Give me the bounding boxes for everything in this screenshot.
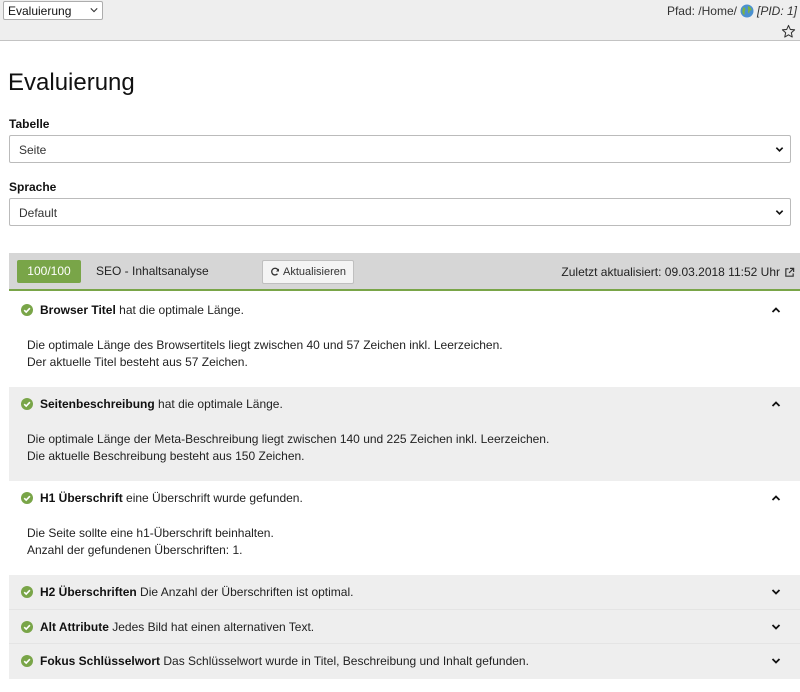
page-title: Evaluierung xyxy=(8,69,135,96)
chevron-down-icon xyxy=(775,147,784,152)
score-badge: 100/100 xyxy=(17,260,81,283)
check-item-summary: Jedes Bild hat einen alternativen Text. xyxy=(112,620,315,634)
check-item-focus-keyword: Fokus Schlüsselwort Das Schlüsselwort wu… xyxy=(9,644,800,679)
check-item-header[interactable]: Browser Titel hat die optimale Länge. xyxy=(9,293,800,327)
check-item-summary: hat die optimale Länge. xyxy=(158,397,283,411)
check-item-alt-attribute: Alt Attribute Jedes Bild hat einen alter… xyxy=(9,610,800,643)
module-select-value: Evaluierung xyxy=(8,4,72,18)
check-item-title: H2 Überschriften xyxy=(40,585,137,599)
star-icon[interactable] xyxy=(781,24,796,39)
panel-header: 100/100 SEO - Inhaltsanalyse Aktualisier… xyxy=(9,253,800,291)
check-circle-icon xyxy=(21,398,33,410)
table-select-value: Seite xyxy=(19,143,47,157)
last-updated: Zuletzt aktualisiert: 09.03.2018 11:52 U… xyxy=(561,265,795,279)
check-item-details: Die optimale Länge der Meta-Beschreibung… xyxy=(27,431,549,465)
page-id: [PID: 1] xyxy=(756,4,797,18)
check-circle-icon xyxy=(21,621,33,633)
language-select[interactable]: Default xyxy=(9,198,791,226)
check-circle-icon xyxy=(21,304,33,316)
chevron-down-icon[interactable] xyxy=(771,587,781,597)
language-label: Sprache xyxy=(9,180,57,194)
path-label: Pfad: /Home/ xyxy=(666,4,737,18)
table-label: Tabelle xyxy=(9,117,50,131)
check-item-details: Die optimale Länge des Browsertitels lie… xyxy=(27,337,503,371)
check-item-header[interactable]: H1 Überschrift eine Überschrift wurde ge… xyxy=(9,481,800,515)
detail-line: Die Seite sollte eine h1-Überschrift bei… xyxy=(27,526,274,540)
chevron-up-icon[interactable] xyxy=(771,493,781,503)
check-item-title: Alt Attribute xyxy=(40,620,109,634)
check-item-title: Browser Titel xyxy=(40,303,116,317)
check-item-details: Die Seite sollte eine h1-Überschrift bei… xyxy=(27,525,274,559)
check-item-header[interactable]: Seitenbeschreibung hat die optimale Läng… xyxy=(9,387,800,421)
last-updated-text: Zuletzt aktualisiert: 09.03.2018 11:52 U… xyxy=(561,265,780,279)
module-select[interactable]: Evaluierung xyxy=(3,1,103,20)
refresh-label: Aktualisieren xyxy=(283,266,346,278)
check-item-browser-title: Browser Titel hat die optimale Länge. Di… xyxy=(9,293,800,387)
chevron-down-icon[interactable] xyxy=(771,622,781,632)
refresh-button[interactable]: Aktualisieren xyxy=(262,260,354,284)
chevron-down-icon xyxy=(775,210,784,215)
detail-line: Die aktuelle Beschreibung besteht aus 15… xyxy=(27,449,305,463)
check-item-header[interactable]: Alt Attribute Jedes Bild hat einen alter… xyxy=(9,610,800,643)
check-item-h2: H2 Überschriften Die Anzahl der Überschr… xyxy=(9,575,800,609)
language-select-value: Default xyxy=(19,206,58,220)
check-circle-icon xyxy=(21,655,33,667)
chevron-down-icon xyxy=(90,8,98,13)
table-select[interactable]: Seite xyxy=(9,135,791,163)
chevron-up-icon[interactable] xyxy=(771,305,781,315)
check-item-summary: Die Anzahl der Überschriften ist optimal… xyxy=(140,585,354,599)
check-circle-icon xyxy=(21,492,33,504)
seo-analysis-panel: 100/100 SEO - Inhaltsanalyse Aktualisier… xyxy=(9,253,800,683)
check-item-summary: Das Schlüsselwort wurde in Titel, Beschr… xyxy=(163,654,529,668)
check-item-summary: eine Überschrift wurde gefunden. xyxy=(126,491,303,505)
check-item-header[interactable]: H2 Überschriften Die Anzahl der Überschr… xyxy=(9,575,800,609)
chevron-down-icon[interactable] xyxy=(771,656,781,666)
check-item-header[interactable]: Fokus Schlüsselwort Das Schlüsselwort wu… xyxy=(9,644,800,678)
doc-header: Evaluierung Pfad: /Home/ [PID: 1] xyxy=(0,0,800,41)
detail-line: Die optimale Länge der Meta-Beschreibung… xyxy=(27,432,550,446)
detail-line: Anzahl der gefundenen Überschriften: 1. xyxy=(27,543,243,557)
detail-line: Der aktuelle Titel besteht aus 57 Zeiche… xyxy=(27,355,248,369)
check-item-title: Seitenbeschreibung xyxy=(40,397,155,411)
detail-line: Die optimale Länge des Browsertitels lie… xyxy=(27,338,503,352)
check-item-h1: H1 Überschrift eine Überschrift wurde ge… xyxy=(9,481,800,575)
check-circle-icon xyxy=(21,586,33,598)
panel-title: SEO - Inhaltsanalyse xyxy=(96,264,209,278)
refresh-icon xyxy=(271,267,279,276)
globe-icon[interactable] xyxy=(740,4,754,18)
external-link-icon[interactable] xyxy=(784,267,795,278)
check-item-title: H1 Überschrift xyxy=(40,491,123,505)
check-item-meta-description: Seitenbeschreibung hat die optimale Läng… xyxy=(9,387,800,481)
page-path: Pfad: /Home/ [PID: 1] xyxy=(667,4,797,18)
chevron-up-icon[interactable] xyxy=(771,399,781,409)
check-item-title: Fokus Schlüsselwort xyxy=(40,654,161,668)
check-item-summary: hat die optimale Länge. xyxy=(119,303,244,317)
